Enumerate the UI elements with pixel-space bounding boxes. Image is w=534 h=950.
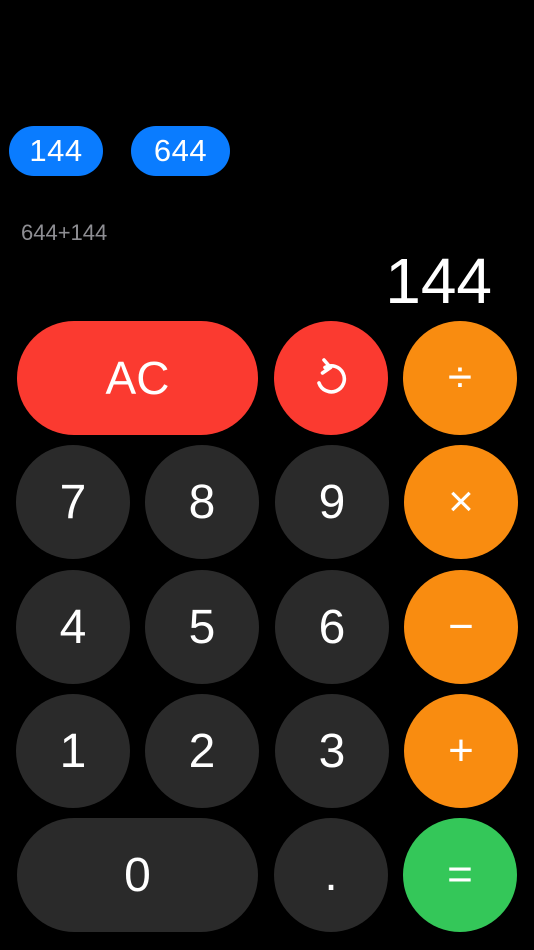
- divide-label: ÷: [447, 353, 473, 402]
- decimal-button[interactable]: .: [274, 818, 388, 932]
- undo-arrow-icon: [317, 358, 347, 394]
- digit-5-label: 5: [188, 600, 216, 654]
- digit-8-label: 8: [188, 475, 216, 529]
- multiply-label: ×: [448, 477, 474, 526]
- digit-0-label: 0: [124, 848, 151, 902]
- decimal-label: .: [324, 848, 338, 901]
- equals-button[interactable]: =: [403, 818, 517, 932]
- digit-3-button[interactable]: 3: [275, 694, 389, 808]
- digit-1-label: 1: [59, 724, 87, 778]
- clear-label: AC: [105, 352, 170, 404]
- digit-2-label: 2: [188, 724, 216, 778]
- expression-text: 644+144: [21, 220, 108, 245]
- history-chip-144[interactable]: 144: [9, 126, 103, 176]
- digit-9-button[interactable]: 9: [275, 445, 389, 559]
- equals-label: =: [447, 850, 473, 899]
- digit-3-label: 3: [318, 724, 346, 778]
- digit-6-button[interactable]: 6: [275, 570, 389, 684]
- clear-button[interactable]: AC: [17, 321, 258, 435]
- digit-8-button[interactable]: 8: [145, 445, 259, 559]
- add-label: +: [448, 726, 474, 775]
- digit-7-label: 7: [59, 475, 87, 529]
- multiply-button[interactable]: ×: [404, 445, 518, 559]
- subtract-button[interactable]: −: [404, 570, 518, 684]
- digit-9-label: 9: [318, 475, 346, 529]
- digit-0-button[interactable]: 0: [17, 818, 258, 932]
- undo-button[interactable]: [274, 321, 388, 435]
- divide-button[interactable]: ÷: [403, 321, 517, 435]
- result-display: 144: [385, 245, 492, 317]
- digit-6-label: 6: [318, 600, 346, 654]
- digit-5-button[interactable]: 5: [145, 570, 259, 684]
- digit-4-button[interactable]: 4: [16, 570, 130, 684]
- history-chip-644[interactable]: 644: [131, 126, 230, 176]
- digit-4-label: 4: [59, 600, 87, 654]
- digit-2-button[interactable]: 2: [145, 694, 259, 808]
- digit-1-button[interactable]: 1: [16, 694, 130, 808]
- digit-7-button[interactable]: 7: [16, 445, 130, 559]
- subtract-label: −: [448, 602, 474, 651]
- add-button[interactable]: +: [404, 694, 518, 808]
